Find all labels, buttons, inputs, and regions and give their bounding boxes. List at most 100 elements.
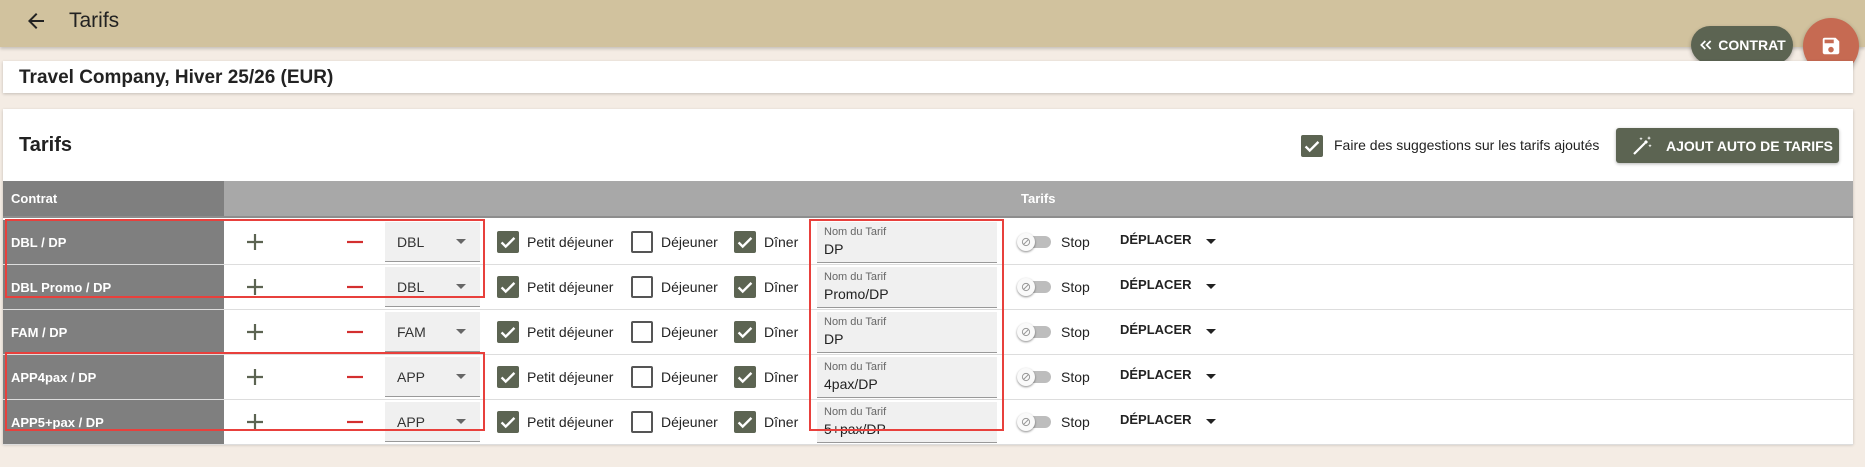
stop-label: Stop [1061, 324, 1090, 340]
stop-toggle[interactable] [1017, 233, 1051, 251]
breakfast-label: Petit déjeuner [527, 324, 614, 340]
breakfast-checkbox[interactable] [497, 366, 519, 388]
caret-down-icon [456, 419, 466, 424]
plus-icon[interactable] [243, 320, 267, 344]
plus-icon[interactable] [243, 410, 267, 434]
tarif-name-label: Nom du Tarif [824, 361, 887, 373]
move-button[interactable]: DÉPLACER [1120, 412, 1192, 427]
breakfast-label: Petit déjeuner [527, 234, 614, 250]
room-type-value: FAM [397, 324, 426, 340]
room-type-select[interactable]: DBL [385, 222, 480, 262]
block-icon [1021, 237, 1031, 247]
page-title: Tarifs [69, 9, 120, 32]
lunch-checkbox[interactable] [631, 231, 653, 253]
plus-icon[interactable] [243, 275, 267, 299]
tarif-name-field[interactable]: Nom du Tarif 5+pax/DP [817, 402, 997, 443]
toggle-knob [1017, 323, 1035, 341]
contract-header: Travel Company, Hiver 25/26 (EUR) [3, 61, 1853, 93]
breakfast-checkbox[interactable] [497, 321, 519, 343]
room-type-select[interactable]: APP [385, 357, 480, 397]
tarifs-card: Tarifs Faire des suggestions sur les tar… [3, 109, 1853, 445]
room-type-select[interactable]: APP [385, 402, 480, 442]
minus-icon[interactable] [343, 365, 367, 389]
move-button[interactable]: DÉPLACER [1120, 322, 1192, 337]
tarif-name-label: Nom du Tarif [824, 406, 887, 418]
caret-down-icon[interactable] [1206, 284, 1216, 289]
auto-add-tarifs-button[interactable]: AJOUT AUTO DE TARIFS [1616, 128, 1839, 163]
breakfast-label: Petit déjeuner [527, 279, 614, 295]
caret-down-icon [456, 239, 466, 244]
caret-down-icon [456, 329, 466, 334]
caret-down-icon[interactable] [1206, 374, 1216, 379]
lunch-checkbox[interactable] [631, 321, 653, 343]
checkmark-icon [500, 282, 516, 294]
toggle-knob [1017, 278, 1035, 296]
toggle-knob [1017, 413, 1035, 431]
minus-icon[interactable] [343, 410, 367, 434]
tarif-name-label: Nom du Tarif [824, 226, 887, 238]
stop-toggle[interactable] [1017, 278, 1051, 296]
room-type-select[interactable]: FAM [385, 312, 480, 352]
block-icon [1021, 372, 1031, 382]
move-button[interactable]: DÉPLACER [1120, 232, 1192, 247]
checkmark-icon [737, 327, 753, 339]
room-type-select[interactable]: DBL [385, 267, 480, 307]
toggle-knob [1017, 233, 1035, 251]
lunch-label: Déjeuner [661, 369, 718, 385]
minus-icon[interactable] [343, 320, 367, 344]
dinner-checkbox[interactable] [734, 321, 756, 343]
stop-toggle[interactable] [1017, 368, 1051, 386]
stop-toggle[interactable] [1017, 323, 1051, 341]
breakfast-label: Petit déjeuner [527, 414, 614, 430]
magic-wand-icon [1633, 135, 1652, 155]
minus-icon[interactable] [343, 275, 367, 299]
tarif-name-field[interactable]: Nom du Tarif 4pax/DP [817, 357, 997, 398]
contract-button[interactable]: CONTRAT [1691, 26, 1793, 64]
contract-room-label: APP4pax / DP [3, 355, 224, 399]
column-header-contrat: Contrat [3, 181, 224, 216]
tarif-name-value: DP [824, 331, 844, 347]
plus-icon[interactable] [243, 230, 267, 254]
lunch-checkbox[interactable] [631, 411, 653, 433]
tarif-name-value: DP [824, 241, 844, 257]
suggest-checkbox[interactable] [1301, 135, 1323, 157]
lunch-checkbox[interactable] [631, 366, 653, 388]
dinner-checkbox[interactable] [734, 276, 756, 298]
breakfast-checkbox[interactable] [497, 231, 519, 253]
tarif-name-field[interactable]: Nom du Tarif DP [817, 312, 997, 353]
stop-toggle[interactable] [1017, 413, 1051, 431]
caret-down-icon[interactable] [1206, 329, 1216, 334]
tarif-name-field[interactable]: Nom du Tarif DP [817, 222, 997, 263]
move-button[interactable]: DÉPLACER [1120, 277, 1192, 292]
checkmark-icon [500, 417, 516, 429]
checkmark-icon [500, 237, 516, 249]
dinner-checkbox[interactable] [734, 366, 756, 388]
table-row: APP5+pax / DP APP Petit déjeuner Déjeuner Dî… [3, 400, 1853, 445]
room-type-value: DBL [397, 279, 425, 295]
table-row: DBL / DP DBL Petit déjeuner Déjeuner Dîner No… [3, 220, 1853, 265]
move-button[interactable]: DÉPLACER [1120, 367, 1192, 382]
dinner-checkbox[interactable] [734, 411, 756, 433]
plus-icon[interactable] [243, 365, 267, 389]
floppy-disk-icon [1822, 37, 1840, 55]
dinner-checkbox[interactable] [734, 231, 756, 253]
arrow-left-icon[interactable] [24, 9, 48, 33]
lunch-label: Déjeuner [661, 279, 718, 295]
toggle-knob [1017, 368, 1035, 386]
lunch-checkbox[interactable] [631, 276, 653, 298]
checkmark-icon [500, 327, 516, 339]
card-title: Tarifs [19, 134, 72, 156]
checkmark-icon [500, 372, 516, 384]
room-type-value: APP [397, 369, 426, 385]
tarif-name-field[interactable]: Nom du Tarif Promo/DP [817, 267, 997, 308]
dinner-label: Dîner [764, 414, 799, 430]
minus-icon[interactable] [343, 230, 367, 254]
caret-down-icon[interactable] [1206, 419, 1216, 424]
tarif-name-value: Promo/DP [824, 286, 889, 302]
breakfast-checkbox[interactable] [497, 411, 519, 433]
column-header-tarifs: Tarifs [1021, 191, 1056, 206]
auto-add-tarifs-label: AJOUT AUTO DE TARIFS [1666, 137, 1833, 154]
table-header: Contrat Tarifs [3, 181, 1853, 218]
caret-down-icon[interactable] [1206, 239, 1216, 244]
breakfast-checkbox[interactable] [497, 276, 519, 298]
